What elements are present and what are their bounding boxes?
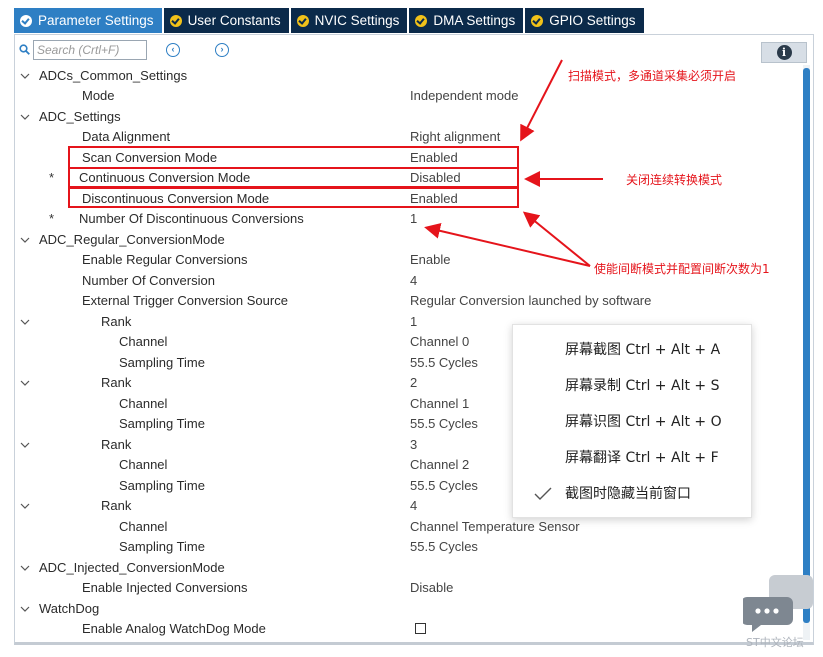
checkmark-icon xyxy=(534,487,552,500)
scan-note: 扫描模式，多通道采集必须开启 xyxy=(568,69,737,83)
forum-watermark-text: ST中文论坛 xyxy=(746,636,804,649)
continuous-note: 关闭连续转换模式 xyxy=(626,173,723,187)
menu-item-screen-translate[interactable]: 屏幕翻译 Ctrl + Alt + F xyxy=(565,447,719,469)
menu-item-screenshot[interactable]: 屏幕截图 Ctrl + Alt + A xyxy=(565,339,720,361)
menu-item-screen-recognize[interactable]: 屏幕识图 Ctrl + Alt + O xyxy=(565,411,722,433)
discontinuous-note: 使能间断模式并配置间断次数为1 xyxy=(594,262,770,276)
context-menu: 屏幕截图 Ctrl + Alt + A 屏幕录制 Ctrl + Alt + S … xyxy=(512,324,752,518)
menu-item-screen-record[interactable]: 屏幕录制 Ctrl + Alt + S xyxy=(565,375,719,397)
menu-item-hide-window[interactable]: 截图时隐藏当前窗口 xyxy=(565,483,691,505)
arrow-to-scan xyxy=(520,59,563,142)
chat-bubble-icon xyxy=(743,575,813,632)
